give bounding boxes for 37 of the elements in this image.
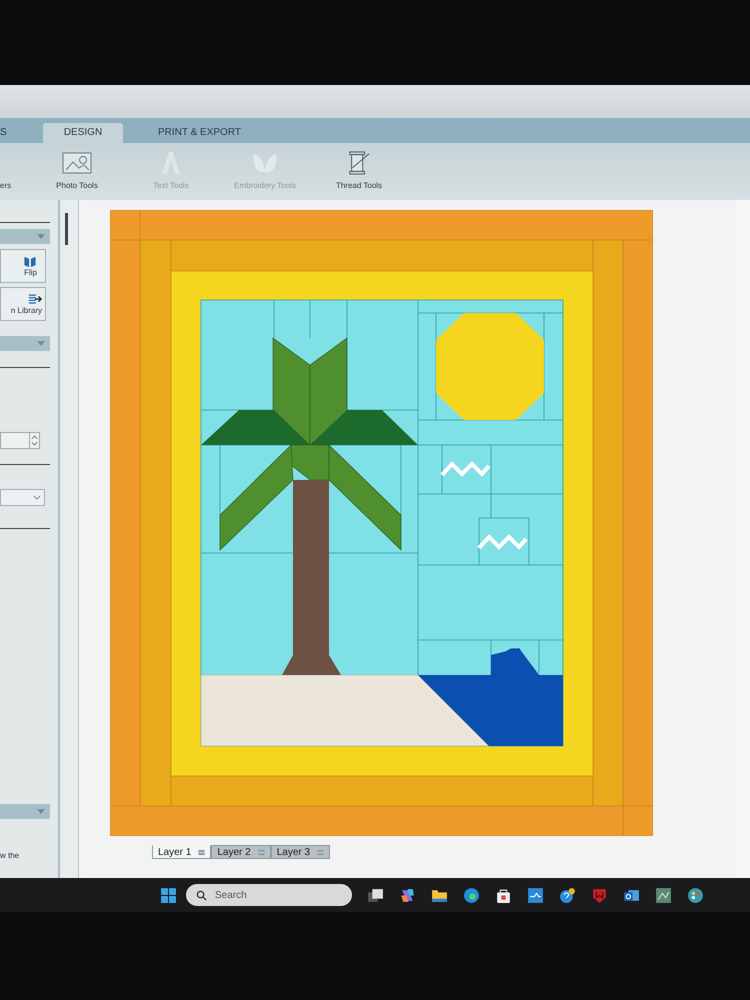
tab[interactable]: PRINT & EXPORT	[158, 123, 241, 143]
spinner-icon[interactable]	[29, 433, 39, 448]
shopping-bag-icon[interactable]	[495, 886, 512, 904]
tool-button[interactable]: Thread Tools	[312, 151, 406, 190]
start-icon[interactable]	[160, 886, 177, 904]
tool-button[interactable]: ers	[0, 181, 30, 190]
number-field[interactable]	[0, 432, 40, 449]
chevron-icon	[33, 495, 41, 500]
window-icon[interactable]	[367, 886, 384, 904]
caret-icon	[37, 809, 45, 814]
tab[interactable]: DESIGN	[43, 123, 123, 143]
photo-icon	[62, 151, 92, 175]
layer-tab[interactable]: Layer 1	[152, 845, 212, 859]
tab[interactable]: S	[0, 123, 43, 143]
tool-button[interactable]: Photo Tools	[30, 151, 124, 190]
swirl-icon[interactable]	[463, 886, 480, 904]
layer-tab[interactable]: Layer 2	[211, 845, 271, 859]
help-icon[interactable]	[559, 886, 576, 904]
library-button[interactable]: n Library	[0, 287, 46, 321]
caret-icon	[37, 234, 45, 239]
search-field[interactable]: Search	[186, 884, 352, 906]
layer-tab[interactable]: Layer 3	[270, 845, 330, 859]
flip-button[interactable]: Flip	[0, 249, 46, 283]
flip-icon	[23, 255, 37, 268]
panel-text: w the	[0, 851, 20, 860]
palette-icon[interactable]	[687, 886, 704, 904]
layer-icon	[198, 848, 206, 856]
caret-icon	[37, 341, 45, 346]
shield-icon[interactable]	[591, 886, 608, 904]
search-icon	[196, 890, 207, 900]
app-icon[interactable]	[527, 886, 544, 904]
scrollbar-thumb[interactable]	[65, 213, 68, 245]
layer-icon	[317, 848, 324, 856]
ribbon-icon[interactable]	[399, 886, 416, 904]
list-arrow-icon	[28, 293, 42, 306]
layer-icon	[258, 848, 265, 856]
image-icon[interactable]	[655, 886, 672, 904]
